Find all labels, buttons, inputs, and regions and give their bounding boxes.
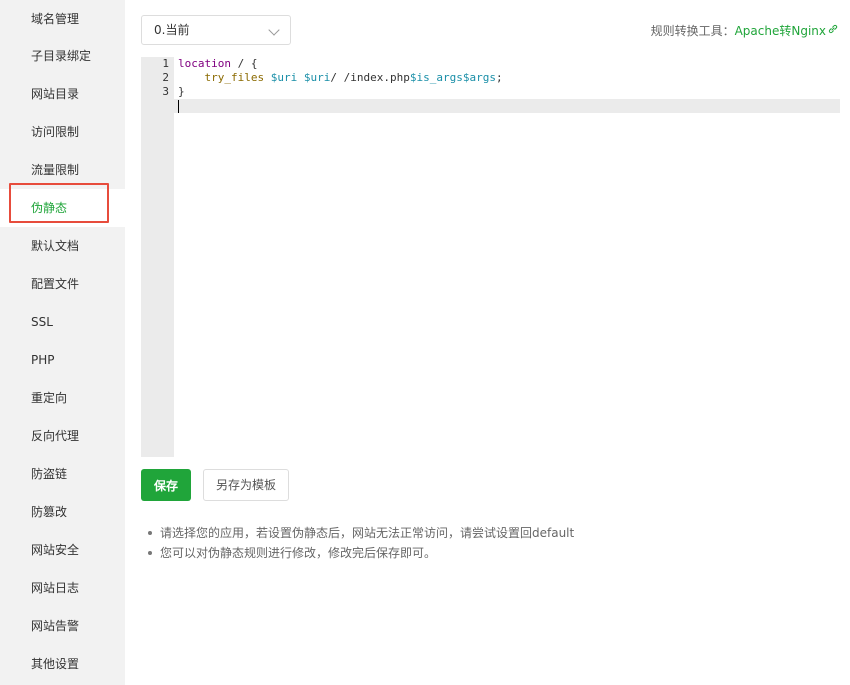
- converter-link-text: Apache转Nginx: [734, 24, 826, 38]
- sidebar-item-label: 访问限制: [31, 125, 80, 139]
- external-link-icon: [828, 24, 838, 34]
- sidebar-item-subdirectory-binding[interactable]: 子目录绑定: [0, 37, 125, 75]
- sidebar-item-label: 网站告警: [31, 619, 80, 633]
- sidebar-item-label: 其他设置: [31, 657, 80, 671]
- sidebar: 域名管理 子目录绑定 网站目录 访问限制 流量限制 伪静态 默认文档 配置文件 …: [0, 0, 125, 685]
- line-number: 3: [162, 85, 169, 98]
- code-line: }: [178, 85, 185, 98]
- converter-label: 规则转换工具：: [650, 24, 735, 38]
- sidebar-item-label: 域名管理: [31, 12, 80, 26]
- active-line-highlight: [141, 99, 840, 113]
- sidebar-item-label: 子目录绑定: [31, 49, 92, 63]
- sidebar-item-hotlink-protection[interactable]: 防盗链: [0, 455, 125, 493]
- sidebar-item-ssl[interactable]: SSL: [0, 303, 125, 341]
- sidebar-item-label: 默认文档: [31, 239, 80, 253]
- rule-converter: 规则转换工具：Apache转Nginx: [651, 22, 838, 39]
- sidebar-item-label: 伪静态: [31, 201, 68, 215]
- sidebar-item-traffic-limit[interactable]: 流量限制: [0, 151, 125, 189]
- sidebar-item-label: 防篡改: [31, 505, 68, 519]
- editor-gutter: 1 2 3 4: [141, 57, 174, 457]
- sidebar-item-php[interactable]: PHP: [0, 341, 125, 379]
- tip-item: 您可以对伪静态规则进行修改，修改完后保存即可。: [147, 543, 574, 563]
- sidebar-item-label: 网站日志: [31, 581, 80, 595]
- sidebar-item-redirect[interactable]: 重定向: [0, 379, 125, 417]
- sidebar-item-label: 防盗链: [31, 467, 68, 481]
- tip-item: 请选择您的应用，若设置伪静态后，网站无法正常访问，请尝试设置回default: [147, 523, 574, 543]
- rewrite-version-select[interactable]: 0.当前: [141, 15, 291, 45]
- sidebar-item-site-logs[interactable]: 网站日志: [0, 569, 125, 607]
- sidebar-item-label: 配置文件: [31, 277, 80, 291]
- sidebar-item-default-document[interactable]: 默认文档: [0, 227, 125, 265]
- sidebar-item-label: 反向代理: [31, 429, 80, 443]
- sidebar-item-label: 网站安全: [31, 543, 80, 557]
- sidebar-item-tamper-protection[interactable]: 防篡改: [0, 493, 125, 531]
- version-select-value: 0.当前: [154, 23, 190, 37]
- sidebar-item-other-settings[interactable]: 其他设置: [0, 645, 125, 683]
- chevron-down-icon: [268, 24, 280, 36]
- save-as-template-button[interactable]: 另存为模板: [203, 469, 289, 501]
- sidebar-item-site-alerts[interactable]: 网站告警: [0, 607, 125, 645]
- save-button[interactable]: 保存: [141, 469, 191, 501]
- line-number: 1: [162, 57, 169, 70]
- sidebar-item-site-security[interactable]: 网站安全: [0, 531, 125, 569]
- code-line: try_files $uri $uri/ /index.php$is_args$…: [204, 71, 503, 84]
- sidebar-item-label: PHP: [31, 353, 55, 367]
- sidebar-item-label: 网站目录: [31, 87, 80, 101]
- sidebar-item-site-directory[interactable]: 网站目录: [0, 75, 125, 113]
- sidebar-item-reverse-proxy[interactable]: 反向代理: [0, 417, 125, 455]
- sidebar-item-rewrite[interactable]: 伪静态: [0, 189, 125, 227]
- line-number: 2: [162, 71, 169, 84]
- sidebar-item-domain-management[interactable]: 域名管理: [0, 0, 125, 38]
- code-line: location / {: [178, 57, 258, 70]
- apache-to-nginx-link[interactable]: Apache转Nginx: [735, 24, 838, 38]
- text-cursor: [178, 100, 179, 113]
- sidebar-item-config-file[interactable]: 配置文件: [0, 265, 125, 303]
- sidebar-item-label: SSL: [31, 315, 53, 329]
- sidebar-item-label: 重定向: [31, 391, 68, 405]
- rewrite-code-editor[interactable]: 1 2 3 4 location / { try_files $uri $uri…: [141, 57, 840, 457]
- sidebar-item-access-restriction[interactable]: 访问限制: [0, 113, 125, 151]
- tips-list: 请选择您的应用，若设置伪静态后，网站无法正常访问，请尝试设置回default 您…: [147, 523, 574, 563]
- sidebar-item-label: 流量限制: [31, 163, 80, 177]
